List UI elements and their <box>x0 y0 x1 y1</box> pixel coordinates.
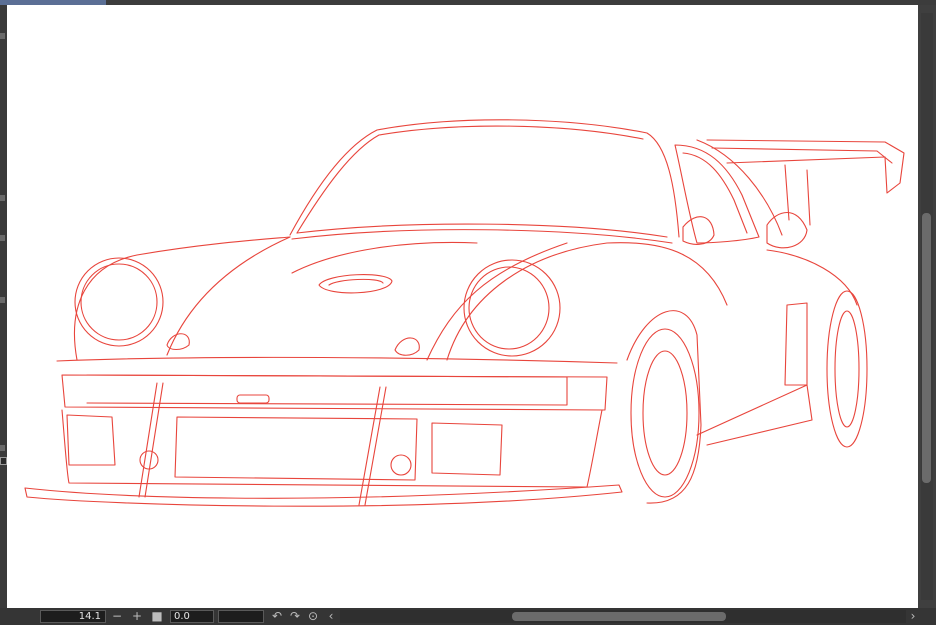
front-valance <box>61 409 603 488</box>
left-headlight-ring <box>74 257 164 347</box>
right-indicator <box>394 337 420 356</box>
splitter <box>24 484 623 507</box>
rear-fender <box>766 249 858 306</box>
front-wheel <box>630 328 700 498</box>
zoom-input[interactable]: 14.1 <box>40 610 106 623</box>
right-fender <box>446 242 728 361</box>
zoom-out-icon[interactable]: − <box>110 610 124 623</box>
hood-center-line <box>291 241 478 274</box>
left-strut <box>138 382 164 498</box>
panel-handle-icon[interactable] <box>0 235 5 241</box>
chevron-right-icon[interactable]: › <box>906 610 920 623</box>
rotation-angle-input[interactable]: 0.0 <box>170 610 214 623</box>
right-intake <box>431 422 503 476</box>
side-window-inner <box>682 152 748 234</box>
rotation-slider[interactable] <box>218 610 264 623</box>
horizontal-scroll-thumb[interactable] <box>512 612 726 621</box>
car-line-art <box>24 119 905 507</box>
rotate-right-icon[interactable]: ↷ <box>288 610 302 623</box>
center-intake <box>174 416 418 481</box>
front-wheel-arch <box>626 310 702 504</box>
reset-rotation-icon[interactable]: ⊙ <box>306 610 320 623</box>
side-vent <box>784 302 808 386</box>
chevron-left-icon[interactable]: ‹ <box>324 610 338 623</box>
left-fender <box>73 236 291 361</box>
left-headlight <box>80 263 158 341</box>
side-mirror <box>682 216 715 245</box>
panel-handle-icon[interactable] <box>0 297 5 303</box>
windshield-base <box>296 223 668 238</box>
panel-toggle-icon[interactable] <box>0 457 7 465</box>
hood-left-edge <box>166 236 291 356</box>
front-wheel-rim <box>642 350 688 476</box>
fit-window-icon[interactable]: ■ <box>150 610 164 623</box>
rear-wing-bottom <box>711 147 893 164</box>
rear-wheel-rim <box>834 310 860 428</box>
navigator-status-bar: 14.1 − + ■ 0.0 ↶ ↷ ⊙ ‹ › <box>0 608 936 625</box>
panel-handle-icon[interactable] <box>0 33 5 39</box>
right-headlight-ring <box>463 259 561 357</box>
zoom-in-icon[interactable]: + <box>130 610 144 623</box>
right-tow-hook <box>390 454 412 476</box>
side-window <box>674 144 760 244</box>
left-intake <box>66 414 116 466</box>
panel-handle-icon[interactable] <box>0 445 5 451</box>
side-skirt <box>696 384 813 446</box>
roof-inner-line <box>296 125 644 234</box>
rear-wheel <box>826 290 868 448</box>
rotate-left-icon[interactable]: ↶ <box>270 610 284 623</box>
vertical-scrollbar[interactable] <box>918 5 936 608</box>
hood-vent-inner <box>328 278 384 286</box>
rear-light-cluster <box>766 212 808 249</box>
left-tow-hook <box>139 450 159 470</box>
bumper-inner <box>86 374 568 406</box>
windshield-base-2 <box>291 229 673 244</box>
front-bumper-top <box>56 356 618 364</box>
license-plate <box>236 394 270 404</box>
drawing-canvas[interactable] <box>7 5 918 608</box>
panel-handle-icon[interactable] <box>0 195 5 201</box>
left-panel-edge <box>0 5 7 608</box>
right-headlight <box>468 266 550 350</box>
roof-outline <box>289 119 680 238</box>
vertical-scroll-thumb[interactable] <box>922 213 931 483</box>
